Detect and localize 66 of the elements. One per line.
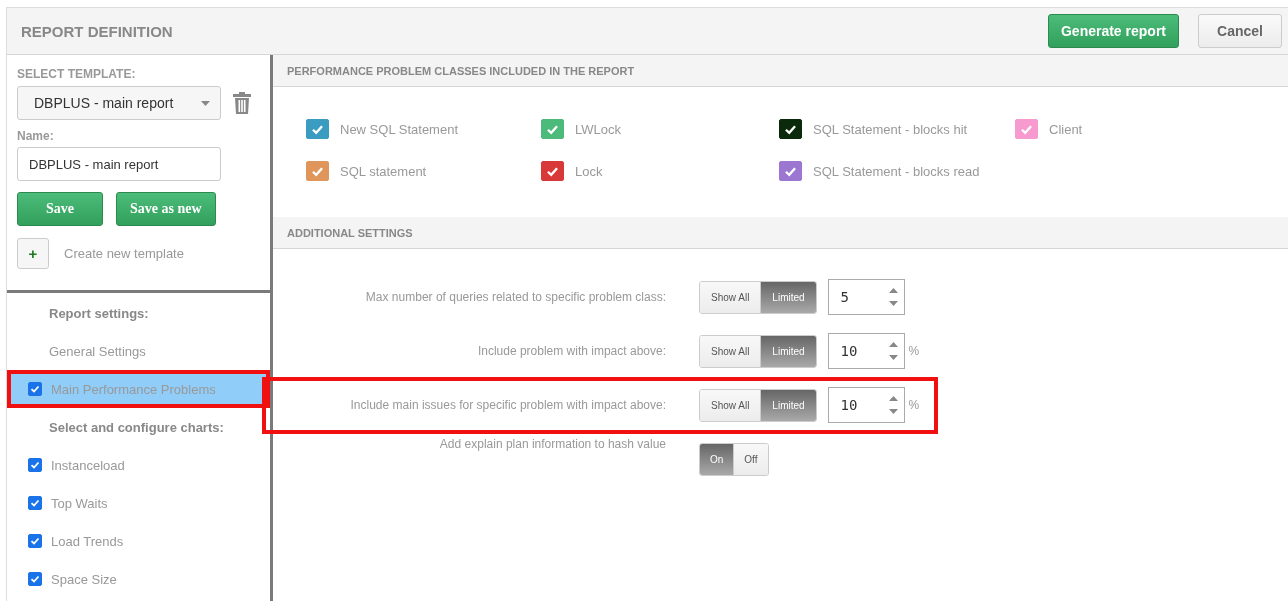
toggle-option[interactable]: Limited	[760, 281, 816, 313]
toggle-option[interactable]: On	[700, 443, 734, 475]
generate-report-button[interactable]: Generate report	[1047, 14, 1179, 48]
cancel-button[interactable]: Cancel	[1198, 14, 1282, 48]
class-label: SQL Statement - blocks hit	[813, 121, 968, 137]
class-checkbox[interactable]	[541, 161, 564, 181]
toggle-option[interactable]: Show All	[700, 335, 761, 367]
trash-icon[interactable]	[233, 92, 251, 114]
nav-checkbox[interactable]	[28, 458, 42, 472]
class-checkbox[interactable]	[779, 119, 802, 139]
class-label: Lock	[575, 163, 603, 179]
section-header: PERFORMANCE PROBLEM CLASSES INCLUDED IN THE REPORT	[273, 55, 1288, 87]
class-label: SQL Statement - blocks read	[813, 163, 980, 179]
class-checkbox[interactable]	[306, 119, 329, 139]
caret-icon	[201, 100, 210, 106]
section-header: ADDITIONAL SETTINGS	[273, 217, 1288, 249]
name-label: Name:	[17, 129, 55, 143]
setting-label: Include problem with impact above:	[476, 344, 666, 358]
check-icon	[30, 498, 40, 508]
select-template-label: SELECT TEMPLATE:	[17, 67, 137, 81]
nav-checkbox[interactable]	[28, 534, 42, 548]
toggle-option[interactable]: Limited	[760, 389, 816, 421]
report-title: REPORT DEFINITION	[21, 22, 174, 40]
add-button[interactable]: +	[17, 238, 49, 269]
class-checkbox[interactable]	[541, 119, 564, 139]
unit-label: %	[908, 344, 920, 358]
nav-heading: Report settings:	[48, 304, 150, 323]
check-icon	[30, 574, 40, 584]
nav-checkbox[interactable]	[28, 572, 42, 586]
nav-item-label[interactable]: Instanceload	[51, 457, 125, 473]
number-field[interactable]: 10	[827, 333, 905, 369]
spinner-arrows-icon[interactable]	[888, 341, 898, 361]
class-label: LWLock	[575, 121, 621, 137]
nav-item-label[interactable]: Top Waits	[51, 495, 108, 511]
class-checkbox[interactable]	[779, 161, 802, 181]
toggle-option[interactable]: Limited	[760, 335, 816, 367]
setting-label: Max number of queries related to specific problem class:	[364, 290, 666, 304]
nav-item-label[interactable]: Load Trends	[51, 533, 124, 549]
template-select[interactable]: DBPLUS - main report	[17, 86, 221, 120]
check-icon	[30, 384, 40, 394]
number-field[interactable]: 10	[827, 387, 905, 423]
toggle-option[interactable]: Show All	[700, 389, 761, 421]
nav-item-label[interactable]: Space Size	[51, 571, 117, 587]
nav-checkbox[interactable]	[28, 382, 42, 396]
spinner-arrows-icon[interactable]	[888, 395, 898, 415]
class-label: SQL statement	[340, 163, 427, 179]
toggle-option[interactable]: Show All	[700, 281, 761, 313]
save-as-new-button[interactable]: Save as new	[116, 192, 216, 226]
class-checkbox[interactable]	[1015, 119, 1038, 139]
setting-label: Include main issues for specific problem with impact above:	[349, 398, 666, 412]
class-label: Client	[1049, 121, 1083, 137]
spinner-arrows-icon[interactable]	[888, 287, 898, 307]
nav-checkbox[interactable]	[28, 496, 42, 510]
class-checkbox[interactable]	[306, 161, 329, 181]
save-button[interactable]: Save	[17, 192, 103, 226]
create-template-link[interactable]: Create new template	[64, 246, 184, 261]
setting-label: Add explain plan information to hash value	[438, 436, 666, 451]
unit-label: %	[908, 398, 920, 412]
check-icon	[30, 460, 40, 470]
name-field[interactable]: DBPLUS - main report	[17, 147, 221, 181]
class-label: New SQL Statement	[340, 121, 458, 137]
nav-item[interactable]: General Settings	[7, 332, 270, 370]
number-field[interactable]: 5	[827, 279, 905, 315]
toggle-option[interactable]: Off	[733, 443, 768, 475]
nav-heading: Select and configure charts:	[48, 418, 225, 437]
check-icon	[30, 536, 40, 546]
